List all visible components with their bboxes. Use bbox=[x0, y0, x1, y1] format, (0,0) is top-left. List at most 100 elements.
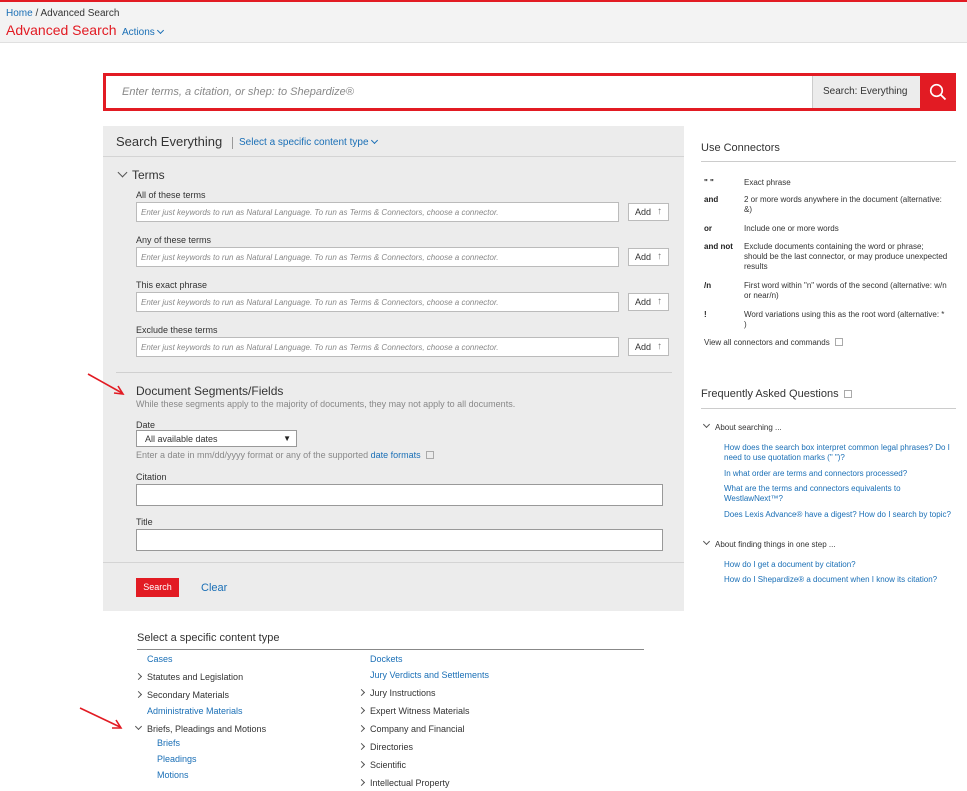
faq-question[interactable]: How does the search box interpret common… bbox=[724, 443, 956, 463]
chevron-right-icon bbox=[134, 672, 143, 681]
faq-question[interactable]: In what order are terms and connectors p… bbox=[724, 469, 956, 479]
main-search-bar: Search: Everything bbox=[103, 73, 956, 111]
chevron-down-icon bbox=[702, 537, 711, 546]
faq-group-finding[interactable]: About finding things in one step ... bbox=[702, 537, 836, 549]
red-arrow bbox=[87, 373, 125, 395]
content-type-dockets[interactable]: Dockets bbox=[370, 654, 403, 664]
add-exclude-terms-button[interactable]: Add ↑ bbox=[628, 338, 669, 356]
content-type-briefs-pleadings[interactable]: Briefs, Pleadings and Motions bbox=[134, 722, 267, 734]
citation-input[interactable] bbox=[136, 484, 663, 506]
faq-question[interactable]: How do I Shepardize® a document when I k… bbox=[724, 575, 956, 585]
faq-question[interactable]: How do I get a document by citation? bbox=[724, 560, 956, 570]
add-icon: ↑ bbox=[657, 296, 662, 307]
advanced-search-panel: Search Everything Select a specific cont… bbox=[103, 126, 684, 611]
clear-button[interactable]: Clear bbox=[201, 582, 227, 594]
faq-group-searching[interactable]: About searching ... bbox=[702, 420, 782, 432]
exact-phrase-input[interactable] bbox=[136, 292, 619, 312]
actions-label: Actions bbox=[122, 27, 155, 38]
content-type-administrative[interactable]: Administrative Materials bbox=[147, 706, 243, 716]
add-exact-phrase-button[interactable]: Add ↑ bbox=[628, 293, 669, 311]
date-hint-text: Enter a date in mm/dd/yyyy format or any… bbox=[136, 450, 369, 460]
content-type-scientific[interactable]: Scientific bbox=[357, 760, 406, 770]
exact-phrase-label: This exact phrase bbox=[136, 280, 208, 290]
add-label: Add bbox=[635, 297, 652, 307]
content-type-jury-instructions[interactable]: Jury Instructions bbox=[357, 688, 436, 698]
content-type-label: Jury Instructions bbox=[370, 688, 436, 698]
content-type-label: Directories bbox=[370, 742, 414, 752]
panel-header: Search Everything Select a specific cont… bbox=[103, 126, 684, 157]
chevron-right-icon bbox=[357, 742, 366, 751]
breadcrumb-current: Advanced Search bbox=[40, 8, 120, 19]
citation-label: Citation bbox=[136, 472, 167, 482]
search-scope-selector[interactable]: Search: Everything bbox=[812, 76, 920, 108]
content-type-secondary[interactable]: Secondary Materials bbox=[134, 690, 230, 700]
header-divider bbox=[232, 137, 233, 149]
content-type-dropdown[interactable]: Select a specific content type bbox=[239, 136, 378, 148]
faq-question[interactable]: What are the terms and connectors equiva… bbox=[724, 484, 956, 504]
exclude-terms-label: Exclude these terms bbox=[136, 325, 218, 335]
chevron-down-icon bbox=[156, 26, 164, 35]
add-all-terms-button[interactable]: Add ↑ bbox=[628, 203, 669, 221]
add-any-terms-button[interactable]: Add ↑ bbox=[628, 248, 669, 266]
content-type-jury-verdicts[interactable]: Jury Verdicts and Settlements bbox=[370, 670, 489, 680]
red-arrow bbox=[79, 707, 123, 729]
page-header: Home / Advanced Search Advanced Search A… bbox=[0, 2, 967, 43]
search-submit-button[interactable]: Search bbox=[136, 578, 179, 597]
chevron-right-icon bbox=[357, 778, 366, 787]
content-type-label: Secondary Materials bbox=[147, 690, 230, 700]
terms-heading: Terms bbox=[132, 168, 165, 182]
connector-symbol: ! bbox=[704, 310, 707, 319]
any-terms-label: Any of these terms bbox=[136, 235, 212, 245]
date-formats-link[interactable]: date formats bbox=[371, 450, 421, 460]
any-terms-input[interactable] bbox=[136, 247, 619, 267]
content-type-label: Company and Financial bbox=[370, 724, 465, 734]
connector-symbol: and not bbox=[704, 242, 733, 251]
external-link-icon bbox=[425, 451, 434, 459]
connectors-heading: Use Connectors bbox=[701, 142, 780, 154]
exclude-terms-input[interactable] bbox=[136, 337, 619, 357]
add-label: Add bbox=[635, 252, 652, 262]
actions-menu[interactable]: Actions bbox=[122, 26, 164, 38]
chevron-down-icon bbox=[702, 420, 711, 429]
add-icon: ↑ bbox=[657, 206, 662, 217]
connectors-divider bbox=[701, 161, 956, 162]
date-hint: Enter a date in mm/dd/yyyy format or any… bbox=[136, 450, 434, 460]
chevron-down-icon bbox=[370, 136, 378, 145]
connector-symbol: and bbox=[704, 195, 719, 204]
content-type-directories[interactable]: Directories bbox=[357, 742, 414, 752]
faq-question[interactable]: Does Lexis Advance® have a digest? How d… bbox=[724, 510, 956, 520]
faq-divider bbox=[701, 408, 956, 409]
content-type-cases[interactable]: Cases bbox=[147, 654, 173, 664]
content-type-divider bbox=[137, 649, 644, 650]
search-icon bbox=[929, 83, 947, 101]
breadcrumb-home[interactable]: Home bbox=[6, 8, 33, 19]
content-type-label: Briefs, Pleadings and Motions bbox=[147, 724, 267, 734]
date-value: All available dates bbox=[145, 434, 218, 444]
search-button[interactable] bbox=[920, 73, 956, 111]
view-all-connectors-link[interactable]: View all connectors and commands bbox=[704, 337, 909, 348]
all-terms-input[interactable] bbox=[136, 202, 619, 222]
connector-symbol: " " bbox=[704, 178, 714, 187]
content-type-expert-witness[interactable]: Expert Witness Materials bbox=[357, 706, 470, 716]
date-select[interactable]: All available dates ▼ bbox=[136, 430, 297, 447]
faq-group-label: About searching ... bbox=[715, 423, 782, 432]
title-input[interactable] bbox=[136, 529, 663, 551]
add-label: Add bbox=[635, 207, 652, 217]
external-link-icon bbox=[834, 338, 843, 346]
terms-section-toggle[interactable]: Terms bbox=[117, 167, 165, 182]
content-type-pleadings[interactable]: Pleadings bbox=[157, 754, 197, 764]
section-divider bbox=[116, 372, 672, 373]
content-type-motions[interactable]: Motions bbox=[157, 770, 189, 780]
panel-footer-divider bbox=[103, 562, 684, 563]
content-type-statutes[interactable]: Statutes and Legislation bbox=[134, 672, 243, 682]
content-type-label: Select a specific content type bbox=[239, 137, 369, 148]
faq-heading: Frequently Asked Questions bbox=[701, 388, 852, 400]
connector-description: Exact phrase bbox=[744, 178, 791, 187]
chevron-down-icon bbox=[117, 167, 128, 178]
content-type-intellectual-property[interactable]: Intellectual Property bbox=[357, 778, 450, 788]
content-type-briefs[interactable]: Briefs bbox=[157, 738, 180, 748]
chevron-right-icon bbox=[357, 688, 366, 697]
content-type-company-financial[interactable]: Company and Financial bbox=[357, 724, 465, 734]
search-input[interactable] bbox=[106, 76, 811, 108]
add-label: Add bbox=[635, 342, 652, 352]
